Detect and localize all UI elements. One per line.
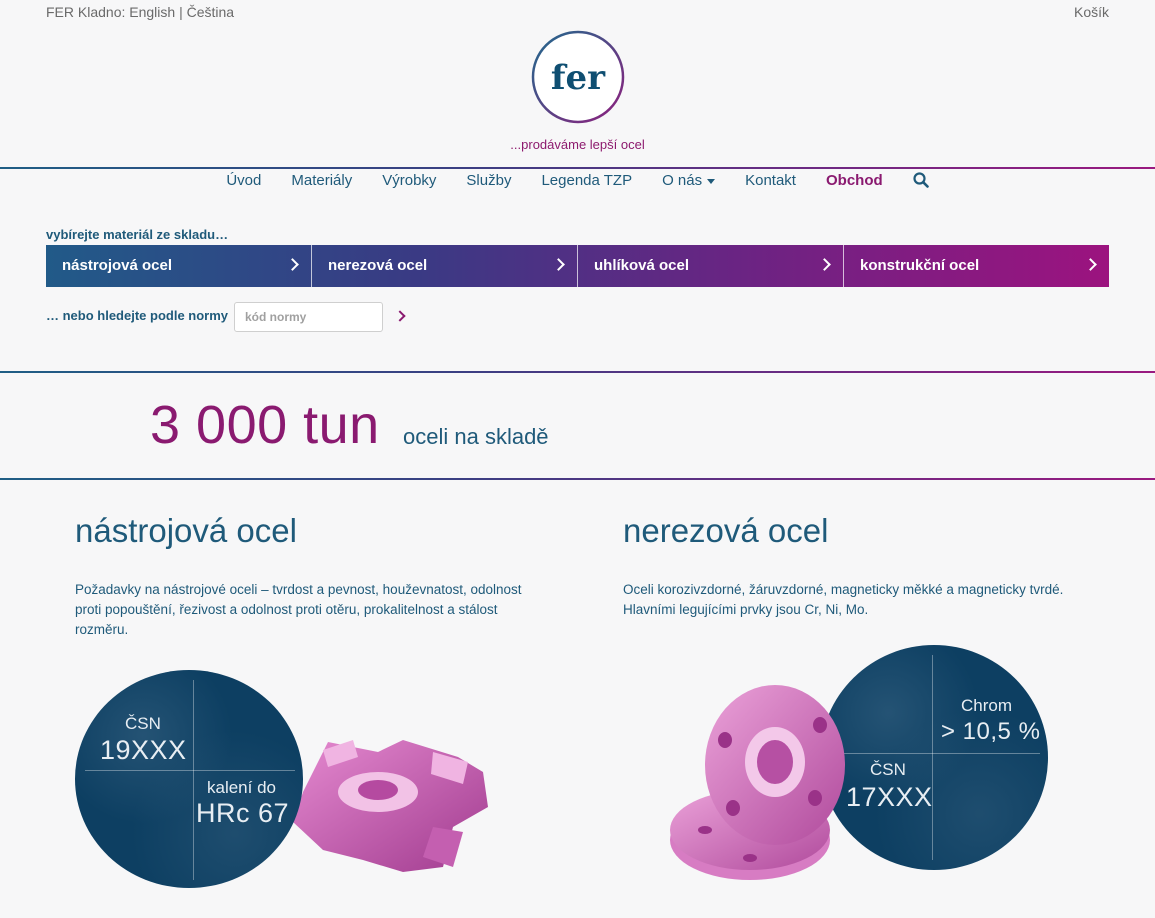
material-tool-steel[interactable]: nástrojová ocel bbox=[46, 245, 312, 287]
circle-label: kalení do bbox=[207, 778, 276, 797]
circle-label: Chrom bbox=[961, 696, 1013, 715]
milling-cutter-image bbox=[293, 740, 488, 872]
norm-search-label: … nebo hledejte podle normy bbox=[46, 308, 229, 323]
circle-value: 19XXX bbox=[100, 735, 187, 765]
circle-value: HRc 67 bbox=[196, 798, 290, 828]
product-desc-tool-steel: Požadavky na nástrojové oceli – tvrdost … bbox=[75, 582, 522, 637]
material-label: nerezová ocel bbox=[328, 257, 428, 274]
material-label: nástrojová ocel bbox=[62, 257, 173, 274]
nav-item-sluzby[interactable]: Služby bbox=[451, 172, 526, 198]
lang-separator: | bbox=[179, 4, 183, 20]
norm-search-chevron-icon[interactable] bbox=[396, 311, 406, 321]
nav-item-vyrobky[interactable]: Výrobky bbox=[367, 172, 451, 198]
circle-value: > 10,5 % bbox=[941, 718, 1041, 745]
tagline: ...prodáváme lepší ocel bbox=[510, 137, 645, 152]
cart-link[interactable]: Košík bbox=[1074, 4, 1109, 20]
divider-line bbox=[0, 167, 1155, 169]
product-title-stainless-steel[interactable]: nerezová ocel bbox=[623, 512, 828, 550]
material-label: uhlíková ocel bbox=[594, 257, 690, 274]
lang-english-link[interactable]: English bbox=[129, 4, 175, 20]
circle-divider bbox=[85, 770, 295, 771]
circle-divider bbox=[193, 680, 194, 880]
fer-logo[interactable]: fer bbox=[531, 30, 625, 124]
circle-value: 17XXX bbox=[846, 782, 933, 812]
chevron-right-icon bbox=[552, 258, 565, 271]
material-stainless-steel[interactable]: nerezová ocel bbox=[312, 245, 578, 287]
stock-text: oceli na skladě bbox=[403, 424, 549, 449]
divider-line bbox=[0, 478, 1155, 480]
material-bar: nástrojová ocel nerezová ocel uhlíková o… bbox=[46, 245, 1109, 287]
circle-label: ČSN bbox=[870, 760, 906, 779]
chevron-right-icon bbox=[1084, 258, 1097, 271]
product-desc-stainless-steel: Oceli korozivzdorné, žáruvzdorné, magnet… bbox=[623, 582, 1064, 617]
nav-item-o-nas-label: O nás bbox=[662, 172, 703, 189]
nav-item-o-nas[interactable]: O nás bbox=[647, 172, 730, 198]
stock-amount: 3 000 tun bbox=[150, 395, 380, 455]
material-label: konstrukční ocel bbox=[860, 257, 980, 274]
top-bar: FER Kladno: English | Čeština Košík bbox=[0, 0, 1155, 26]
site-label: FER Kladno: bbox=[46, 4, 126, 20]
material-structural-steel[interactable]: konstrukční ocel bbox=[844, 245, 1109, 287]
divider-line bbox=[0, 371, 1155, 373]
search-icon bbox=[913, 172, 929, 188]
nav-item-uvod[interactable]: Úvod bbox=[211, 172, 276, 198]
material-carbon-steel[interactable]: uhlíková ocel bbox=[578, 245, 844, 287]
product-title-tool-steel[interactable]: nástrojová ocel bbox=[75, 512, 297, 550]
nav-item-obchod[interactable]: Obchod bbox=[811, 172, 898, 198]
language-switcher: FER Kladno: English | Čeština bbox=[46, 4, 234, 20]
nav-item-kontakt[interactable]: Kontakt bbox=[730, 172, 811, 198]
material-select-label: vybírejte materiál ze skladu… bbox=[46, 227, 229, 242]
chevron-right-icon bbox=[286, 258, 299, 271]
caret-down-icon bbox=[707, 178, 716, 184]
lang-czech-link[interactable]: Čeština bbox=[187, 4, 234, 20]
search-button[interactable] bbox=[898, 172, 944, 198]
norm-code-input[interactable] bbox=[234, 302, 383, 332]
nav-item-legenda[interactable]: Legenda TZP bbox=[526, 172, 647, 198]
circle-divider bbox=[932, 655, 933, 860]
logo-text: fer bbox=[551, 58, 606, 98]
main-nav: Úvod Materiály Výrobky Služby Legenda TZ… bbox=[0, 172, 1155, 198]
chevron-right-icon bbox=[818, 258, 831, 271]
nav-item-materialy[interactable]: Materiály bbox=[276, 172, 367, 198]
circle-label: ČSN bbox=[125, 714, 161, 733]
